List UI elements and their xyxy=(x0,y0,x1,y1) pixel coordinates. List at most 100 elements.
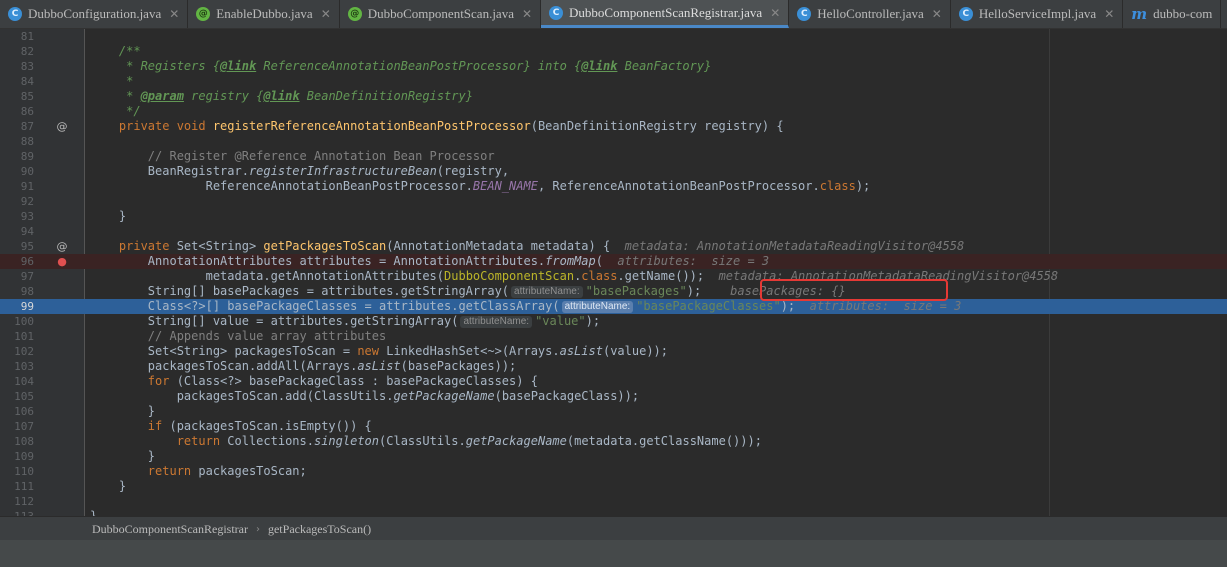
breadcrumb-separator: › xyxy=(255,523,260,535)
code-text[interactable]: * @param registry {@link BeanDefinitionR… xyxy=(90,89,473,104)
code-line[interactable]: 103 packagesToScan.addAll(Arrays.asList(… xyxy=(0,359,1227,374)
code-text[interactable]: return packagesToScan; xyxy=(90,464,307,479)
code-text[interactable]: AnnotationAttributes attributes = Annota… xyxy=(90,254,769,269)
class-icon: C xyxy=(549,5,564,20)
code-line[interactable]: 107 if (packagesToScan.isEmpty()) { xyxy=(0,419,1227,434)
code-line[interactable]: 95 @ private Set<String> getPackagesToSca… xyxy=(0,239,1227,254)
code-text[interactable]: private Set<String> getPackagesToScan(An… xyxy=(90,239,964,254)
line-number: 82 xyxy=(20,45,34,58)
code-line[interactable]: 88 xyxy=(0,134,1227,149)
code-line[interactable]: 99 Class<?>[] basePackageClasses = attri… xyxy=(0,299,1227,314)
code-line[interactable]: 102 Set<String> packagesToScan = new Lin… xyxy=(0,344,1227,359)
line-number: 110 xyxy=(14,465,34,478)
tab-label: DubboComponentScanRegistrar.java xyxy=(569,4,763,20)
code-line[interactable]: 94 xyxy=(0,224,1227,239)
close-icon[interactable]: ✕ xyxy=(1104,7,1114,21)
code-text[interactable]: /** xyxy=(90,44,141,59)
code-line[interactable]: 92 xyxy=(0,194,1227,209)
code-text[interactable]: private void registerReferenceAnnotation… xyxy=(90,119,784,134)
tab-dubbocomponentscan-java[interactable]: @ DubboComponentScan.java ✕ xyxy=(340,0,542,28)
code-line[interactable]: 112 xyxy=(0,494,1227,509)
code-text[interactable]: // Appends value array attributes xyxy=(90,329,386,344)
line-number: 94 xyxy=(20,225,34,238)
code-text[interactable]: BeanRegistrar.registerInfrastructureBean… xyxy=(90,164,509,179)
line-number: 89 xyxy=(20,150,34,163)
code-line[interactable]: 108 return Collections.singleton(ClassUt… xyxy=(0,434,1227,449)
code-line[interactable]: 109 } xyxy=(0,449,1227,464)
override-marker-icon[interactable]: @ xyxy=(56,239,68,254)
tab-dubbo-com[interactable]: m dubbo-com xyxy=(1123,0,1222,28)
breadcrumb: DubboComponentScanRegistrar › getPackage… xyxy=(0,516,1227,541)
code-line[interactable]: 91 ReferenceAnnotationBeanPostProcessor.… xyxy=(0,179,1227,194)
tab-label: DubboComponentScan.java xyxy=(367,6,514,21)
code-line[interactable]: 89 // Register @Reference Annotation Bea… xyxy=(0,149,1227,164)
line-number: 95 xyxy=(20,240,34,253)
code-text[interactable]: for (Class<?> basePackageClass : basePac… xyxy=(90,374,538,389)
close-icon[interactable]: ✕ xyxy=(321,7,331,21)
code-text[interactable]: Class<?>[] basePackageClasses = attribut… xyxy=(90,299,961,314)
code-line[interactable]: 84 * xyxy=(0,74,1227,89)
code-text[interactable]: ReferenceAnnotationBeanPostProcessor.BEA… xyxy=(90,179,871,194)
breadcrumb-method[interactable]: getPackagesToScan() xyxy=(268,522,371,537)
code-line[interactable]: 110 return packagesToScan; xyxy=(0,464,1227,479)
line-number: 90 xyxy=(20,165,34,178)
code-text[interactable]: } xyxy=(90,449,155,464)
code-line[interactable]: 96 ● AnnotationAttributes attributes = An… xyxy=(0,254,1227,269)
code-line[interactable]: 111 } xyxy=(0,479,1227,494)
code-text[interactable]: packagesToScan.addAll(Arrays.asList(base… xyxy=(90,359,516,374)
code-text[interactable]: String[] basePackages = attributes.getSt… xyxy=(90,284,846,299)
breakpoint-icon[interactable]: ● xyxy=(56,254,68,269)
code-text[interactable]: if (packagesToScan.isEmpty()) { xyxy=(90,419,372,434)
override-marker-icon[interactable]: @ xyxy=(56,119,68,134)
line-number: 104 xyxy=(14,375,34,388)
line-number: 109 xyxy=(14,450,34,463)
code-line[interactable]: 93 } xyxy=(0,209,1227,224)
code-line[interactable]: 82 /** xyxy=(0,44,1227,59)
code-text[interactable]: * Registers {@link ReferenceAnnotationBe… xyxy=(90,59,711,74)
line-number: 102 xyxy=(14,345,34,358)
close-icon[interactable]: ✕ xyxy=(932,7,942,21)
code-text[interactable]: packagesToScan.add(ClassUtils.getPackage… xyxy=(90,389,639,404)
code-text[interactable]: // Register @Reference Annotation Bean P… xyxy=(90,149,495,164)
close-icon[interactable]: ✕ xyxy=(169,7,179,21)
code-text[interactable]: } xyxy=(90,479,126,494)
close-icon[interactable]: ✕ xyxy=(770,6,780,20)
code-text[interactable]: } xyxy=(90,509,97,516)
line-number: 84 xyxy=(20,75,34,88)
code-line[interactable]: 81 xyxy=(0,29,1227,44)
maven-icon: m xyxy=(1131,5,1148,23)
code-line[interactable]: 101 // Appends value array attributes xyxy=(0,329,1227,344)
code-line[interactable]: 105 packagesToScan.add(ClassUtils.getPac… xyxy=(0,389,1227,404)
code-text[interactable]: */ xyxy=(90,104,140,119)
code-text[interactable]: } xyxy=(90,404,155,419)
tab-enabledubbo-java[interactable]: @ EnableDubbo.java ✕ xyxy=(188,0,340,28)
red-highlight-box xyxy=(760,279,948,301)
tab-label: DubboConfiguration.java xyxy=(28,6,162,21)
code-line[interactable]: 86 */ xyxy=(0,104,1227,119)
line-number: 92 xyxy=(20,195,34,208)
code-line[interactable]: 106 } xyxy=(0,404,1227,419)
code-line[interactable]: 100 String[] value = attributes.getStrin… xyxy=(0,314,1227,329)
close-icon[interactable]: ✕ xyxy=(522,7,532,21)
tab-helloserviceimpl-java[interactable]: C HelloServiceImpl.java ✕ xyxy=(951,0,1124,28)
line-number: 86 xyxy=(20,105,34,118)
code-line[interactable]: 87 @ private void registerReferenceAnnota… xyxy=(0,119,1227,134)
code-editor[interactable]: 81 82 /** 83 * Registers {@link ReferenceA… xyxy=(0,29,1227,516)
code-line[interactable]: 113} xyxy=(0,509,1227,516)
line-number: 91 xyxy=(20,180,34,193)
code-text[interactable]: String[] value = attributes.getStringArr… xyxy=(90,314,600,329)
code-text[interactable]: Set<String> packagesToScan = new LinkedH… xyxy=(90,344,668,359)
tab-dubbocomponentscanregistrar-java[interactable]: C DubboComponentScanRegistrar.java ✕ xyxy=(541,0,790,28)
code-line[interactable]: 98 String[] basePackages = attributes.ge… xyxy=(0,284,1227,299)
code-line[interactable]: 97 metadata.getAnnotationAttributes(Dubb… xyxy=(0,269,1227,284)
tab-hellocontroller-java[interactable]: C HelloController.java ✕ xyxy=(789,0,951,28)
code-text[interactable]: return Collections.singleton(ClassUtils.… xyxy=(90,434,762,449)
code-line[interactable]: 85 * @param registry {@link BeanDefiniti… xyxy=(0,89,1227,104)
code-line[interactable]: 90 BeanRegistrar.registerInfrastructureB… xyxy=(0,164,1227,179)
code-text[interactable]: * xyxy=(90,74,133,89)
code-line[interactable]: 104 for (Class<?> basePackageClass : bas… xyxy=(0,374,1227,389)
code-text[interactable]: } xyxy=(90,209,126,224)
tab-dubboconfiguration-java[interactable]: C DubboConfiguration.java ✕ xyxy=(0,0,189,28)
code-line[interactable]: 83 * Registers {@link ReferenceAnnotatio… xyxy=(0,59,1227,74)
breadcrumb-class[interactable]: DubboComponentScanRegistrar xyxy=(92,522,248,537)
